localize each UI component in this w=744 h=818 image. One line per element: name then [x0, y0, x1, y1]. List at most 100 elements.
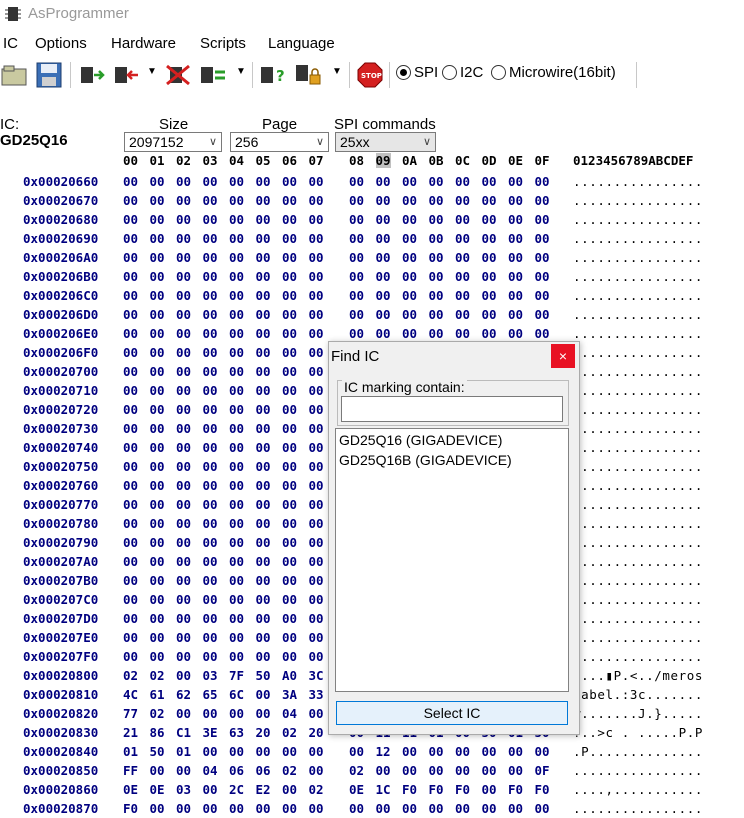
hex-byte[interactable]: 00	[256, 478, 271, 493]
hex-byte[interactable]: 00	[309, 364, 324, 379]
verify-chip-button[interactable]	[199, 60, 229, 90]
hex-byte[interactable]: 00	[203, 535, 218, 550]
hex-byte[interactable]: 00	[229, 402, 244, 417]
hex-byte[interactable]: 00	[203, 478, 218, 493]
hex-byte[interactable]: 00	[508, 193, 523, 208]
hex-byte[interactable]: 00	[229, 174, 244, 189]
hex-byte[interactable]: 00	[482, 763, 497, 778]
open-file-button[interactable]	[0, 60, 30, 90]
hex-byte[interactable]: 00	[376, 269, 391, 284]
hex-byte[interactable]: FF	[123, 763, 138, 778]
write-dropdown-arrow-icon[interactable]: ▼	[147, 66, 157, 77]
hex-byte[interactable]: 00	[150, 440, 165, 455]
hex-byte[interactable]: 00	[203, 782, 218, 797]
hex-byte[interactable]: 0E	[150, 782, 165, 797]
hex-byte[interactable]: 00	[402, 763, 417, 778]
hex-byte[interactable]: 00	[282, 611, 297, 626]
hex-byte[interactable]: 00	[229, 535, 244, 550]
hex-byte[interactable]: 65	[203, 687, 218, 702]
hex-byte[interactable]: 00	[256, 630, 271, 645]
hex-byte[interactable]: 00	[349, 307, 364, 322]
hex-byte[interactable]: 02	[123, 668, 138, 683]
hex-byte[interactable]: 00	[376, 250, 391, 265]
hex-byte[interactable]: 00	[229, 459, 244, 474]
hex-byte[interactable]: 00	[256, 402, 271, 417]
hex-byte[interactable]: 00	[508, 288, 523, 303]
radio-i2c-circle[interactable]	[442, 65, 457, 80]
hex-byte[interactable]: 00	[123, 250, 138, 265]
hex-byte[interactable]: 00	[229, 611, 244, 626]
hex-byte[interactable]: 00	[282, 288, 297, 303]
hex-byte[interactable]: 00	[535, 326, 550, 341]
hex-byte[interactable]: 0F	[535, 763, 550, 778]
hex-byte[interactable]: 00	[176, 497, 191, 512]
hex-byte[interactable]: 00	[282, 535, 297, 550]
hex-byte[interactable]: 01	[176, 744, 191, 759]
hex-byte[interactable]: 00	[203, 497, 218, 512]
hex-byte[interactable]: 00	[402, 744, 417, 759]
hex-byte[interactable]: 00	[203, 554, 218, 569]
hex-byte[interactable]: 00	[282, 459, 297, 474]
hex-byte[interactable]: 00	[150, 554, 165, 569]
hex-byte[interactable]: 00	[203, 193, 218, 208]
hex-byte[interactable]: 00	[309, 611, 324, 626]
hex-byte[interactable]: 00	[282, 402, 297, 417]
hex-byte[interactable]: 00	[256, 193, 271, 208]
hex-byte[interactable]: 00	[309, 231, 324, 246]
hex-byte[interactable]: 01	[123, 744, 138, 759]
hex-byte[interactable]: 00	[402, 174, 417, 189]
hex-byte[interactable]: 00	[256, 383, 271, 398]
hex-byte[interactable]: 00	[123, 326, 138, 341]
select-ic-button[interactable]: Select IC	[336, 701, 568, 725]
hex-byte[interactable]: 00	[203, 288, 218, 303]
hex-byte[interactable]: 00	[402, 231, 417, 246]
hex-byte[interactable]: 00	[309, 421, 324, 436]
hex-byte[interactable]: F0	[429, 782, 444, 797]
hex-byte[interactable]: E2	[256, 782, 271, 797]
hex-byte[interactable]: 00	[229, 421, 244, 436]
hex-byte[interactable]: 00	[309, 193, 324, 208]
hex-byte[interactable]: 00	[150, 250, 165, 265]
ic-result-item[interactable]: GD25Q16 (GIGADEVICE)	[339, 432, 502, 448]
hex-byte[interactable]: 00	[203, 611, 218, 626]
hex-byte[interactable]: 00	[376, 193, 391, 208]
hex-byte[interactable]: 00	[309, 212, 324, 227]
hex-byte[interactable]: 00	[123, 212, 138, 227]
hex-byte[interactable]: 00	[123, 497, 138, 512]
hex-byte[interactable]: F0	[455, 782, 470, 797]
hex-byte[interactable]: 00	[256, 592, 271, 607]
hex-byte[interactable]: 00	[349, 212, 364, 227]
hex-byte[interactable]: 00	[535, 801, 550, 816]
hex-byte[interactable]: 00	[429, 231, 444, 246]
hex-byte[interactable]: 00	[482, 288, 497, 303]
hex-byte[interactable]: 02	[150, 668, 165, 683]
hex-byte[interactable]: 50	[150, 744, 165, 759]
hex-byte[interactable]: 00	[203, 516, 218, 531]
hex-byte[interactable]: 00	[282, 383, 297, 398]
hex-byte[interactable]: 00	[282, 801, 297, 816]
hex-byte[interactable]: 00	[203, 383, 218, 398]
hex-byte[interactable]: 00	[229, 554, 244, 569]
hex-byte[interactable]: 00	[482, 801, 497, 816]
hex-byte[interactable]: 00	[176, 649, 191, 664]
hex-byte[interactable]: 00	[123, 193, 138, 208]
hex-byte[interactable]: 00	[508, 174, 523, 189]
hex-byte[interactable]: 00	[376, 801, 391, 816]
hex-byte[interactable]: 00	[455, 174, 470, 189]
hex-byte[interactable]: 00	[376, 212, 391, 227]
hex-byte[interactable]: 02	[282, 725, 297, 740]
hex-byte[interactable]: 00	[482, 250, 497, 265]
hex-byte[interactable]: 00	[229, 630, 244, 645]
hex-byte[interactable]: 00	[282, 326, 297, 341]
hex-byte[interactable]: 00	[229, 288, 244, 303]
hex-byte[interactable]: 00	[123, 288, 138, 303]
hex-byte[interactable]: 00	[349, 269, 364, 284]
hex-byte[interactable]: 00	[482, 269, 497, 284]
hex-byte[interactable]: 00	[150, 611, 165, 626]
hex-byte[interactable]: 00	[229, 269, 244, 284]
hex-byte[interactable]: 00	[229, 516, 244, 531]
hex-byte[interactable]: 00	[150, 402, 165, 417]
hex-byte[interactable]: 00	[256, 649, 271, 664]
hex-byte[interactable]: 00	[309, 269, 324, 284]
hex-byte[interactable]: 00	[455, 231, 470, 246]
